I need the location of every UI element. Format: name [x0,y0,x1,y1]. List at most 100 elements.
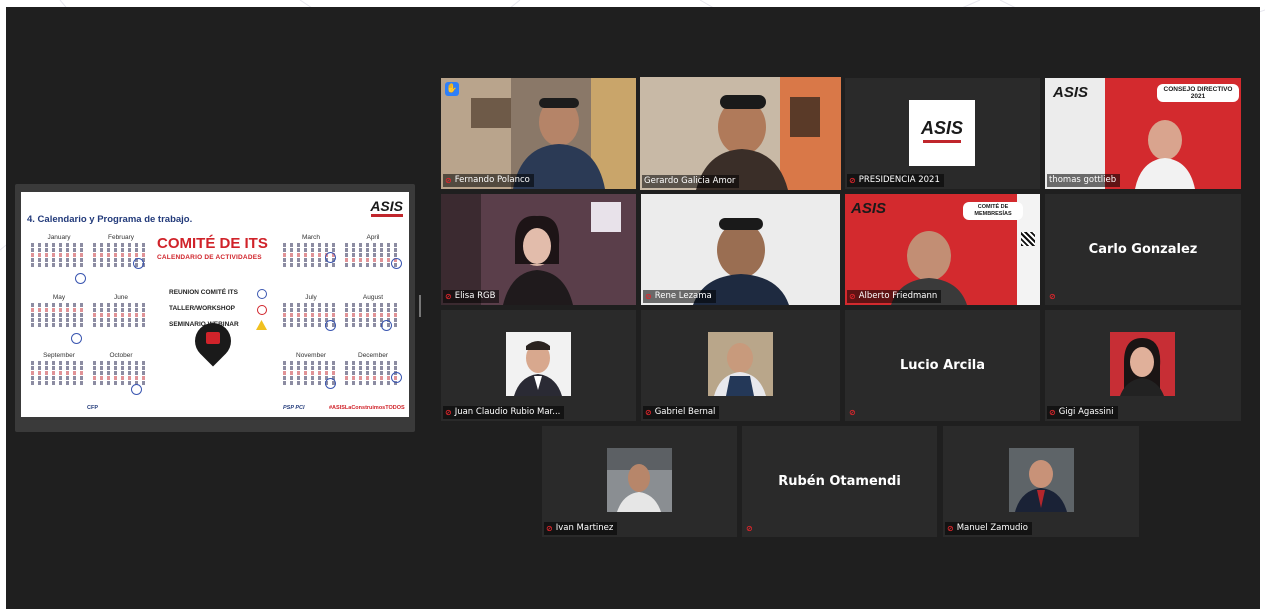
meeting-date-marker [71,333,82,344]
asis-logo-card: ASIS [909,100,975,166]
calendar-slide: ASIS 4. Calendario y Programa de trabajo… [21,192,409,417]
muted-mic-icon: ⊘ [546,524,553,533]
participant-avatar [506,332,571,396]
committee-subheading: CALENDARIO DE ACTIVIDADES [157,254,262,261]
muted-mic-icon: ⊘ [645,408,652,417]
video-tile-camera-off[interactable]: ⊘ Juan Claudio Rubio Mar... [441,310,636,421]
participant-display-name: Rubén Otamendi [778,474,901,489]
month-name: March [301,234,321,241]
participant-avatar [1009,448,1074,512]
qr-code-icon [1021,232,1035,246]
participant-label: ⊘ Gabriel Bernal [643,406,720,419]
meeting-date-marker [325,252,336,263]
participant-name: Juan Claudio Rubio Mar... [454,407,561,417]
video-tile[interactable]: ASIS CONSEJO DIRECTIVO 2021 thomas gottl… [1045,78,1241,189]
video-tile-camera-off[interactable]: ⊘ Manuel Zamudio [943,426,1139,537]
video-tile-camera-off[interactable]: ⊘ Gabriel Bernal [641,310,840,421]
muted-mic-icon: ⊘ [849,292,856,301]
participant-label: ⊘ Fernando Polanco [443,174,534,187]
footer-certs: PSP PCI [283,405,305,411]
slide-logo: ASIS [370,198,403,214]
muted-mic-icon: ⊘ [1049,408,1056,417]
participant-label: ⊘ Ivan Martinez [544,522,618,535]
participant-name: thomas gottlieb [1049,175,1117,185]
muted-mic-icon: ⊘ [645,292,652,301]
participant-name: Ivan Martinez [555,523,614,533]
video-feed [640,77,841,190]
meeting-date-marker [131,384,142,395]
participant-name: Gabriel Bernal [654,407,716,417]
lock-icon [206,332,220,344]
participant-label: ⊘ [744,522,757,535]
participant-name: Gigi Agassini [1058,407,1114,417]
consejo-badge: CONSEJO DIRECTIVO 2021 [1157,84,1239,102]
video-tile[interactable]: ⊘ Rene Lezama [641,194,840,305]
video-tile-camera-off[interactable]: Lucio Arcila ⊘ [845,310,1040,421]
month-name: April [366,234,380,241]
video-tile-camera-off[interactable]: Carlo Gonzalez ⊘ [1045,194,1241,305]
participant-display-name: Lucio Arcila [899,358,986,373]
legend-circle-red [257,305,267,315]
comite-badge: COMITÉ DE MEMBRESÍAS [963,202,1023,220]
month-name: November [296,352,326,359]
video-tile-active-speaker[interactable]: Gerardo Galicia Amor [640,77,841,190]
participant-label: ⊘ Alberto Friedmann [847,290,942,303]
participant-name: Fernando Polanco [454,175,530,185]
video-feed [441,194,636,305]
participant-name: Elisa RGB [454,291,496,301]
calendar-month: June [93,294,149,350]
participant-label: ⊘ Rene Lezama [643,290,716,303]
participant-name: Gerardo Galicia Amor [644,176,736,186]
muted-mic-icon: ⊘ [849,176,856,185]
participant-label: thomas gottlieb [1047,174,1121,187]
participant-name: Rene Lezama [654,291,712,301]
participant-label: ⊘ PRESIDENCIA 2021 [847,174,944,187]
footer-cert: CFP [87,405,98,411]
video-tile[interactable]: ASIS ⊘ PRESIDENCIA 2021 [845,78,1040,189]
video-tile-camera-off[interactable]: ⊘ Ivan Martinez [542,426,737,537]
month-name: February [107,234,134,241]
asis-logo: ASIS [1053,84,1089,101]
month-name: January [47,234,71,241]
participant-label: ⊘ [1047,290,1060,303]
shared-screen[interactable]: ASIS 4. Calendario y Programa de trabajo… [15,184,415,432]
legend-triangle-yellow [256,320,267,330]
asis-logo: ASIS [851,200,887,217]
meeting-date-marker [391,372,402,383]
month-name: July [305,294,317,301]
participant-avatar [607,448,672,512]
video-feed [641,194,840,305]
participant-name: PRESIDENCIA 2021 [858,175,940,185]
video-tile-camera-off[interactable]: Rubén Otamendi ⊘ [742,426,937,537]
muted-mic-icon: ⊘ [445,292,452,301]
video-tile[interactable]: ASIS COMITÉ DE MEMBRESÍAS ⊘ Alberto Fried… [845,194,1040,305]
split-view-divider[interactable] [419,295,421,317]
video-tile-camera-off[interactable]: ⊘ Gigi Agassini [1045,310,1241,421]
muted-mic-icon: ⊘ [445,408,452,417]
muted-mic-icon: ⊘ [947,524,954,533]
video-tile[interactable]: ✋ ⊘ Fernando Polanco [441,78,636,189]
month-name: August [362,294,384,301]
video-tile[interactable]: ⊘ Elisa RGB [441,194,636,305]
month-name: December [358,352,388,359]
participant-label: ⊘ [847,406,860,419]
calendar-month: August [345,294,401,350]
legend-label: TALLER/WORKSHOP [169,305,235,312]
meeting-date-marker [325,320,336,331]
meeting-window: ASIS 4. Calendario y Programa de trabajo… [6,7,1260,609]
calendar-month: September [31,352,87,408]
participant-name: Manuel Zamudio [956,523,1028,533]
meeting-date-marker [75,273,86,284]
month-name: May [52,294,66,301]
participant-name: Alberto Friedmann [858,291,938,301]
legend-label: REUNION COMITÉ ITS [169,289,238,296]
slide-title: 4. Calendario y Programa de trabajo. [27,214,193,225]
participant-display-name: Carlo Gonzalez [1088,242,1198,257]
month-name: September [43,352,75,359]
meeting-date-marker [133,258,144,269]
slide-logo-bar [371,214,403,217]
meeting-date-marker [381,320,392,331]
legend-circle-blue [257,289,267,299]
asis-logo: ASIS [920,118,963,138]
participant-label: ⊘ Elisa RGB [443,290,500,303]
